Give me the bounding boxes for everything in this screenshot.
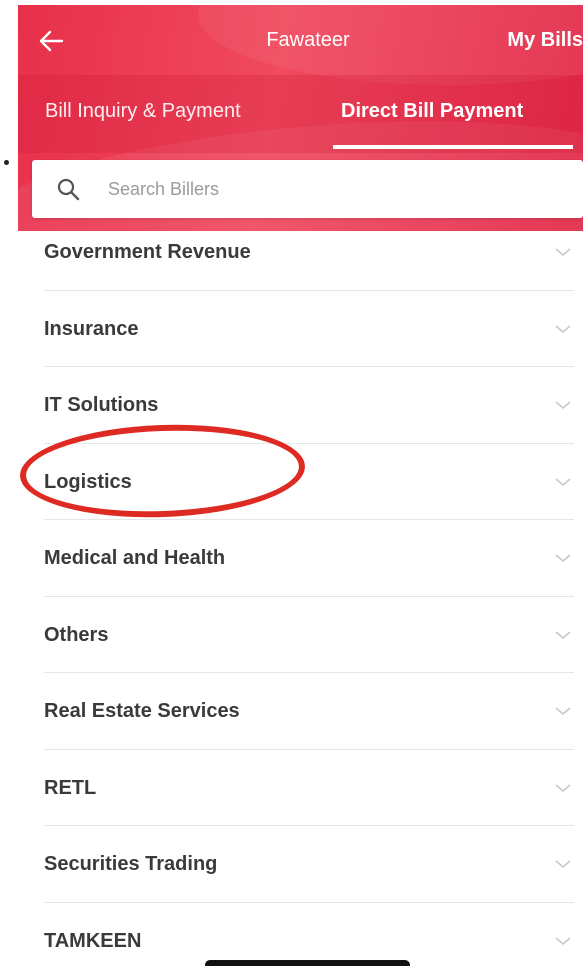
list-item-label: Insurance — [44, 317, 139, 340]
chevron-down-icon — [555, 936, 571, 945]
search-icon — [57, 178, 80, 201]
list-item[interactable]: Logistics — [44, 444, 574, 520]
chevron-down-icon — [555, 248, 571, 257]
list-item[interactable]: Securities Trading — [44, 826, 574, 903]
list-item-label: Securities Trading — [44, 853, 218, 875]
top-bar: Fawateer My Bills — [18, 5, 583, 75]
tab-direct-bill-payment[interactable]: Direct Bill Payment — [341, 100, 523, 123]
list-item[interactable]: IT Solutions — [44, 367, 574, 444]
search-bar[interactable] — [32, 160, 583, 218]
dot-marker — [4, 160, 9, 165]
list-item-label: Real Estate Services — [44, 700, 240, 722]
app-screen: Fawateer My Bills Bill Inquiry & Payment… — [0, 0, 583, 966]
my-bills-button[interactable]: My Bills — [507, 29, 583, 52]
chevron-down-icon — [555, 324, 571, 333]
chevron-down-icon — [555, 477, 571, 486]
list-item-label: Logistics — [44, 470, 132, 493]
chevron-down-icon — [555, 401, 571, 410]
list-item-label: TAMKEEN — [44, 929, 142, 952]
search-input[interactable] — [108, 160, 568, 218]
list-item[interactable]: TAMKEEN — [44, 903, 574, 966]
chevron-down-icon — [555, 783, 571, 792]
chevron-down-icon — [555, 630, 571, 639]
chevron-down-icon — [555, 860, 571, 869]
tab-bill-inquiry-payment[interactable]: Bill Inquiry & Payment — [45, 100, 241, 123]
list-item[interactable]: Others — [44, 597, 574, 673]
list-item-label: RETL — [44, 776, 97, 799]
list-item[interactable]: Medical and Health — [44, 520, 574, 597]
home-indicator — [205, 960, 410, 966]
active-tab-indicator — [333, 145, 573, 149]
chevron-down-icon — [555, 554, 571, 563]
category-list: Government Revenue Insurance IT Solution… — [44, 214, 574, 966]
list-item-label: Medical and Health — [44, 547, 226, 569]
list-item[interactable]: RETL — [44, 750, 574, 826]
page-title: Fawateer — [266, 29, 350, 51]
list-item-label: IT Solutions — [44, 394, 159, 416]
list-item[interactable]: Real Estate Services — [44, 673, 574, 750]
list-item[interactable]: Insurance — [44, 291, 574, 367]
list-item-label: Others — [44, 623, 109, 646]
list-item-label: Government Revenue — [44, 241, 251, 263]
arrow-left-icon[interactable] — [38, 29, 64, 53]
chevron-down-icon — [555, 707, 571, 716]
list-item[interactable]: Government Revenue — [44, 214, 574, 291]
